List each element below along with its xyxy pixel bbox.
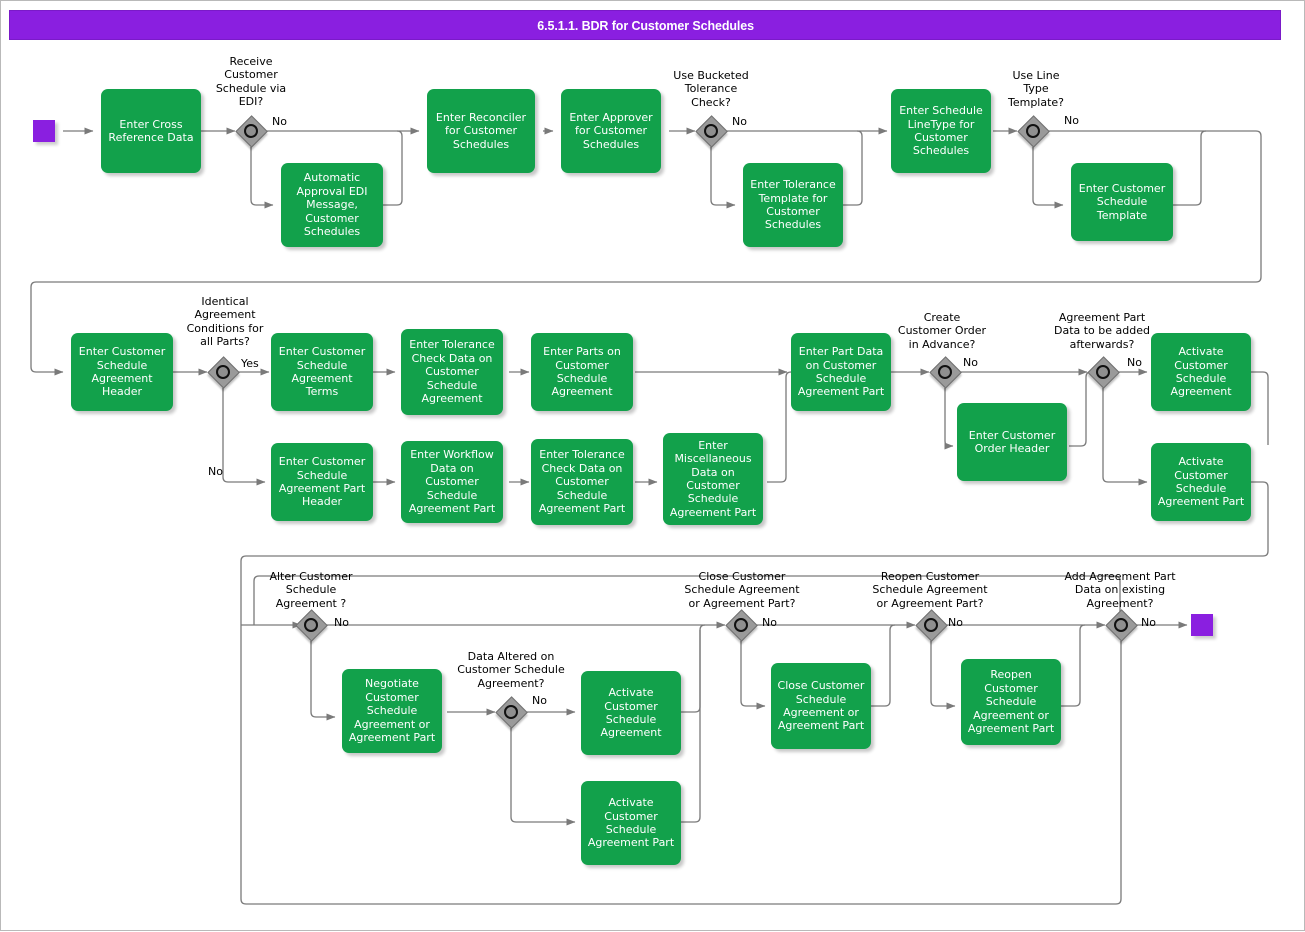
gateway-close-agreement-or-agreement-part[interactable] [725,609,759,643]
task-enter-part-data-on-agreement-part[interactable]: Enter Part Data on Customer Schedule Agr… [791,333,891,411]
task-enter-approver-for-customer-schedules[interactable]: Enter Approver for Customer Schedules [561,89,661,173]
gateway-question-line-type-template: Use Line Type Template? [1007,69,1065,109]
gateway-question-create-order-advance: Create Customer Order in Advance? [897,311,987,351]
task-enter-tolerance-check-data-on-agreement[interactable]: Enter Tolerance Check Data on Customer S… [401,329,503,415]
gateway-question-receive-edi: Receive Customer Schedule via EDI? [215,55,287,109]
task-label: Enter Tolerance Check Data on Customer S… [409,338,495,406]
branch-label-identical-yes: Yes [241,357,259,370]
task-label: Activate Customer Schedule Agreement Par… [587,796,675,850]
task-enter-schedule-linetype-for-customer-schedules[interactable]: Enter Schedule LineType for Customer Sch… [891,89,991,173]
gateway-event-ring-icon [1096,365,1110,379]
branch-label-part-afterwards-no: No [1127,356,1142,369]
gateway-question-close-agreement: Close Customer Schedule Agreement or Agr… [684,570,800,610]
task-negotiate-agreement-or-agreement-part[interactable]: Negotiate Customer Schedule Agreement or… [342,669,442,753]
task-activate-agreement-after-negotiation[interactable]: Activate Customer Schedule Agreement [581,671,681,755]
task-label: Automatic Approval EDI Message, Customer… [296,171,368,239]
gateway-alter-customer-schedule-agreement[interactable] [295,609,329,643]
branch-label-linetype-no: No [1064,114,1079,127]
gateway-event-ring-icon [704,124,718,138]
gateway-question-bucketed-tolerance: Use Bucketed Tolerance Check? [673,69,749,109]
task-label: Enter Reconciler for Customer Schedules [435,110,527,151]
task-enter-customer-schedule-agreement-part-header[interactable]: Enter Customer Schedule Agreement Part H… [271,443,373,521]
task-label: Enter Customer Schedule Agreement Part H… [278,455,366,509]
task-label: Enter Tolerance Template for Customer Sc… [750,178,836,232]
gateway-use-line-type-template[interactable] [1017,115,1051,149]
gateway-event-ring-icon [924,618,938,632]
gateway-receive-customer-schedule-via-edi[interactable] [235,115,269,149]
gateway-event-ring-icon [1114,618,1128,632]
task-enter-tolerance-template-for-customer-schedules[interactable]: Enter Tolerance Template for Customer Sc… [743,163,843,247]
branch-label-add-part-no: No [1141,616,1156,629]
task-label: Activate Customer Schedule Agreement Par… [1157,455,1245,509]
task-label: Enter Schedule LineType for Customer Sch… [899,104,983,158]
end-event[interactable] [1191,614,1213,636]
task-enter-miscellaneous-data-on-agreement-part[interactable]: Enter Miscellaneous Data on Customer Sch… [663,433,763,525]
gateway-add-agreement-part-data-on-existing-agreement[interactable] [1105,609,1139,643]
gateway-event-ring-icon [304,618,318,632]
task-enter-tolerance-check-data-on-agreement-part[interactable]: Enter Tolerance Check Data on Customer S… [531,439,633,525]
task-enter-cross-reference-data[interactable]: Enter Cross Reference Data [101,89,201,173]
task-enter-parts-on-customer-schedule-agreement[interactable]: Enter Parts on Customer Schedule Agreeme… [531,333,633,411]
task-label: Enter Parts on Customer Schedule Agreeme… [543,345,621,399]
task-enter-customer-schedule-agreement-terms[interactable]: Enter Customer Schedule Agreement Terms [271,333,373,411]
task-label: Activate Customer Schedule Agreement [600,686,662,740]
task-enter-workflow-data-on-agreement-part[interactable]: Enter Workflow Data on Customer Schedule… [401,441,503,523]
gateway-event-ring-icon [216,365,230,379]
gateway-question-reopen-agreement: Reopen Customer Schedule Agreement or Ag… [872,570,988,610]
gateway-event-ring-icon [734,618,748,632]
branch-label-data-altered-no: No [532,694,547,707]
gateway-event-ring-icon [504,705,518,719]
branch-label-close-no: No [762,616,777,629]
branch-label-create-order-no: No [963,356,978,369]
gateway-question-part-data-afterwards: Agreement Part Data to be added afterwar… [1053,311,1150,351]
task-label: Enter Customer Schedule Agreement Header [78,345,166,399]
gateway-reopen-agreement-or-agreement-part[interactable] [915,609,949,643]
task-label: Negotiate Customer Schedule Agreement or… [348,677,436,745]
branch-label-alter-no: No [334,616,349,629]
task-label: Enter Approver for Customer Schedules [569,110,653,151]
task-label: Close Customer Schedule Agreement or Agr… [777,679,865,733]
gateway-question-identical-conditions: Identical Agreement Conditions for all P… [186,295,264,349]
gateway-event-ring-icon [1026,124,1040,138]
gateway-use-bucketed-tolerance-check[interactable] [695,115,729,149]
gateway-agreement-part-data-to-be-added-afterwards[interactable] [1087,356,1121,390]
task-enter-customer-schedule-template[interactable]: Enter Customer Schedule Template [1071,163,1173,241]
task-reopen-agreement-or-agreement-part[interactable]: Reopen Customer Schedule Agreement or Ag… [961,659,1061,745]
task-label: Enter Workflow Data on Customer Schedule… [408,448,496,516]
gateway-data-altered-on-customer-schedule-agreement[interactable] [495,696,529,730]
diagram-page: 6.5.1.1. BDR for Customer Schedules Ente… [0,0,1305,931]
gateway-identical-agreement-conditions-for-all-parts[interactable] [207,356,241,390]
task-label: Enter Cross Reference Data [108,117,194,144]
task-activate-agreement-part-after-negotiation[interactable]: Activate Customer Schedule Agreement Par… [581,781,681,865]
task-label: Activate Customer Schedule Agreement [1170,345,1232,399]
task-label: Enter Customer Order Header [968,428,1056,455]
branch-label-reopen-no: No [948,616,963,629]
task-label: Enter Miscellaneous Data on Customer Sch… [669,438,757,519]
branch-label-edi-no: No [272,115,287,128]
gateway-event-ring-icon [938,365,952,379]
task-label: Enter Customer Schedule Agreement Terms [278,345,366,399]
task-automatic-approval-edi-message[interactable]: Automatic Approval EDI Message, Customer… [281,163,383,247]
task-enter-customer-order-header[interactable]: Enter Customer Order Header [957,403,1067,481]
gateway-create-customer-order-in-advance[interactable] [929,356,963,390]
gateway-event-ring-icon [244,124,258,138]
branch-label-identical-no: No [208,465,223,478]
task-label: Reopen Customer Schedule Agreement or Ag… [967,668,1055,736]
start-event[interactable] [33,120,55,142]
gateway-question-alter-agreement: Alter Customer Schedule Agreement ? [269,570,353,610]
task-label: Enter Customer Schedule Template [1078,181,1166,222]
task-label: Enter Tolerance Check Data on Customer S… [538,448,626,516]
gateway-question-data-altered: Data Altered on Customer Schedule Agreem… [457,650,565,690]
task-enter-customer-schedule-agreement-header[interactable]: Enter Customer Schedule Agreement Header [71,333,173,411]
gateway-question-add-part-data: Add Agreement Part Data on existing Agre… [1064,570,1176,610]
branch-label-bucketed-no: No [732,115,747,128]
task-label: Enter Part Data on Customer Schedule Agr… [797,345,885,399]
task-activate-customer-schedule-agreement-part[interactable]: Activate Customer Schedule Agreement Par… [1151,443,1251,521]
task-close-agreement-or-agreement-part[interactable]: Close Customer Schedule Agreement or Agr… [771,663,871,749]
task-enter-reconciler-for-customer-schedules[interactable]: Enter Reconciler for Customer Schedules [427,89,535,173]
